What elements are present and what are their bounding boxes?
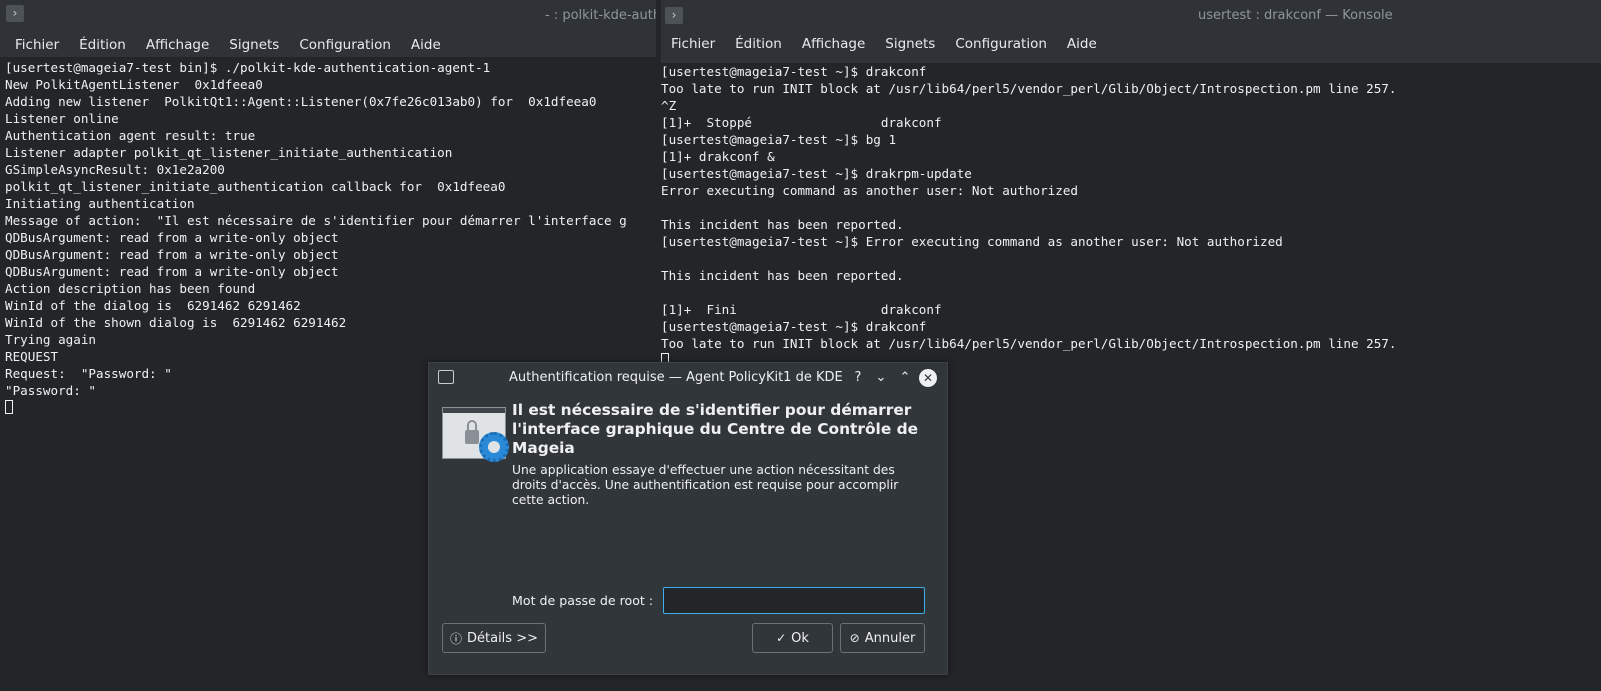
window-titlebar[interactable]: › usertest : drakconf — Konsole: [661, 0, 1601, 32]
details-button[interactable]: ⓘ Détails >>: [442, 623, 546, 653]
menu-configuration[interactable]: Configuration: [299, 37, 391, 53]
menu-aide[interactable]: Aide: [1067, 36, 1097, 52]
terminal-line: Request: "Password: ": [5, 366, 172, 381]
terminal-cursor: [5, 400, 13, 414]
terminal-line: This incident has been reported.: [661, 268, 904, 283]
dialog-lock-icon: [438, 370, 454, 384]
cancel-button-label: Annuler: [864, 630, 916, 646]
terminal-line: Initiating authentication: [5, 196, 195, 211]
menu-edition[interactable]: Édition: [79, 37, 126, 53]
terminal-line: ^Z: [661, 98, 677, 113]
menu-bar: Fichier Édition Affichage Signets Config…: [0, 32, 656, 57]
password-label: Mot de passe de root :: [512, 593, 654, 608]
menu-fichier[interactable]: Fichier: [15, 37, 59, 53]
terminal-line: [usertest@mageia7-test ~]$ bg 1: [661, 132, 897, 147]
terminal-line: Too late to run INIT block at /usr/lib64…: [661, 336, 1397, 351]
terminal-line: [usertest@mageia7-test ~]$ drakrpm-updat…: [661, 166, 972, 181]
terminal-line: Listener adapter polkit_qt_listener_init…: [5, 145, 453, 160]
dialog-description: Une application essaye d'effectuer une a…: [512, 463, 899, 507]
authentication-dialog: Authentification requise — Agent PolicyK…: [428, 362, 948, 675]
terminal-line: Message of action: "Il est nécessaire de…: [5, 213, 627, 228]
window-titlebar[interactable]: › - : polkit-kde-auth: [0, 0, 656, 32]
window-menu-icon[interactable]: ›: [6, 5, 24, 22]
menu-signets[interactable]: Signets: [229, 37, 279, 53]
terminal-line: REQUEST: [5, 349, 59, 364]
terminal-line: WinId of the shown dialog is 6291462 629…: [5, 315, 347, 330]
ok-button-label: Ok: [791, 630, 809, 646]
terminal-line: Trying again: [5, 332, 96, 347]
terminal-line: "Password: ": [5, 383, 96, 398]
terminal-line: [1]+ Stoppé drakconf: [661, 115, 942, 130]
menu-fichier[interactable]: Fichier: [671, 36, 715, 52]
minimize-button[interactable]: ⌄: [872, 369, 890, 387]
help-button[interactable]: ?: [849, 369, 867, 387]
terminal-line: WinId of the dialog is 6291462 6291462: [5, 298, 301, 313]
lock-gear-icon: [442, 407, 509, 462]
terminal-line: Error executing command as another user:…: [661, 183, 1079, 198]
terminal-line: QDBusArgument: read from a write-only ob…: [5, 247, 339, 262]
terminal-line: GSimpleAsyncResult: 0x1e2a200: [5, 162, 225, 177]
checkmark-icon: ✓: [776, 631, 787, 645]
window-menu-icon[interactable]: ›: [665, 7, 683, 24]
info-icon: ⓘ: [449, 631, 462, 646]
terminal-line: This incident has been reported.: [661, 217, 904, 232]
menu-affichage[interactable]: Affichage: [802, 36, 865, 52]
terminal-line: Listener online: [5, 111, 119, 126]
terminal-line: [usertest@mageia7-test bin]$ ./polkit-kd…: [5, 60, 491, 75]
terminal-line: [1]+ drakconf &: [661, 149, 775, 164]
terminal-line: QDBusArgument: read from a write-only ob…: [5, 230, 339, 245]
terminal-line: [1]+ Fini drakconf: [661, 302, 942, 317]
dialog-titlebar[interactable]: Authentification requise — Agent PolicyK…: [429, 363, 947, 393]
dialog-title: Authentification requise — Agent PolicyK…: [509, 370, 843, 385]
terminal-line: New PolkitAgentListener 0x1dfeea0: [5, 77, 263, 92]
terminal-line: Action description has been found: [5, 281, 256, 296]
terminal-line: [usertest@mageia7-test ~]$ drakconf: [661, 64, 927, 79]
close-button[interactable]: ✕: [919, 369, 937, 387]
terminal-line: Adding new listener PolkitQt1::Agent::Li…: [5, 94, 597, 109]
cancel-icon: ⊘: [849, 631, 860, 645]
cancel-button[interactable]: ⊘ Annuler: [840, 623, 925, 653]
terminal-output[interactable]: [usertest@mageia7-test ~]$ drakconf Too …: [661, 63, 1601, 369]
terminal-line: [usertest@mageia7-test ~]$ Error executi…: [661, 234, 1283, 249]
window-title: usertest : drakconf — Konsole: [1198, 8, 1393, 23]
details-button-label: Détails >>: [467, 630, 538, 646]
window-title: - : polkit-kde-auth: [545, 8, 656, 23]
menu-aide[interactable]: Aide: [411, 37, 441, 53]
password-input[interactable]: [663, 587, 925, 614]
dialog-heading: Il est nécessaire de s'identifier pour d…: [512, 401, 919, 457]
menu-bar: Fichier Édition Affichage Signets Config…: [661, 32, 1601, 63]
terminal-line: polkit_qt_listener_initiate_authenticati…: [5, 179, 506, 194]
menu-signets[interactable]: Signets: [885, 36, 935, 52]
maximize-button[interactable]: ⌃: [896, 369, 914, 387]
menu-affichage[interactable]: Affichage: [146, 37, 209, 53]
terminal-line: QDBusArgument: read from a write-only ob…: [5, 264, 339, 279]
menu-configuration[interactable]: Configuration: [955, 36, 1047, 52]
terminal-line: Too late to run INIT block at /usr/lib64…: [661, 81, 1397, 96]
terminal-line: Authentication agent result: true: [5, 128, 256, 143]
terminal-line: [usertest@mageia7-test ~]$ drakconf: [661, 319, 927, 334]
ok-button[interactable]: ✓ Ok: [752, 623, 833, 653]
menu-edition[interactable]: Édition: [735, 36, 782, 52]
